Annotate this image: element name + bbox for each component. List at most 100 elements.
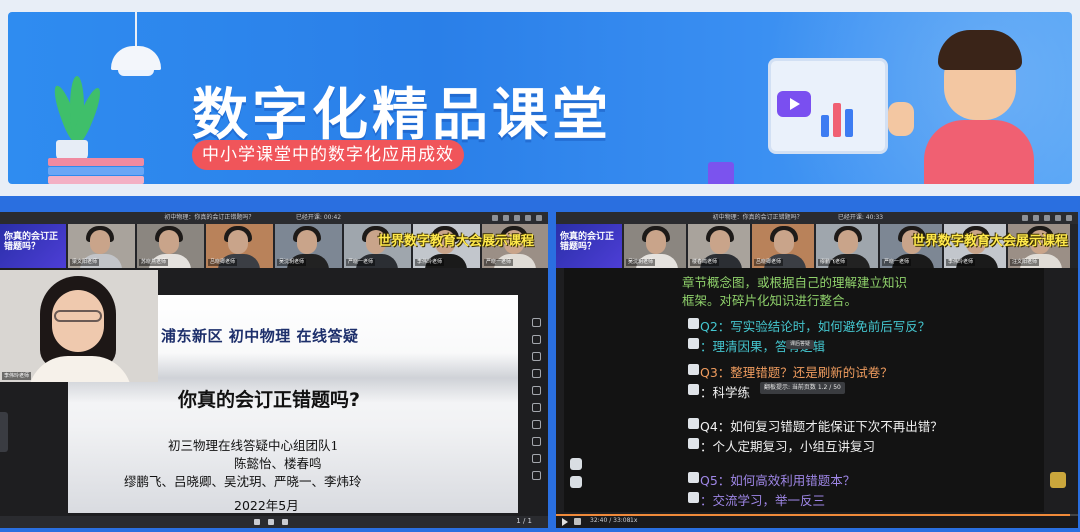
teacher-camera: 李伟玲老师 bbox=[0, 270, 158, 382]
lamp-icon bbox=[111, 46, 161, 70]
participant-name: 汪文阳老师 bbox=[1010, 259, 1040, 266]
participant-tile[interactable]: 吴沈玥老师 bbox=[624, 224, 686, 268]
student-icon bbox=[688, 318, 699, 329]
class-title: 初中物理：你真的会订正错题吗？ bbox=[712, 214, 803, 221]
conference-overlay-title: 世界数字教育大会展示课程 bbox=[912, 234, 1069, 249]
student-icon bbox=[688, 472, 699, 483]
volume-icon[interactable] bbox=[574, 518, 581, 525]
play-pause-icon[interactable] bbox=[268, 519, 274, 525]
teacher-icon bbox=[688, 492, 699, 503]
conference-overlay-title: 世界数字教育大会展示课程 bbox=[378, 234, 535, 249]
pointer-tool-icon[interactable] bbox=[531, 352, 541, 361]
participant-tile[interactable]: 苏晓燕老师 bbox=[137, 224, 204, 268]
next-icon[interactable] bbox=[282, 519, 288, 525]
cartoon-boy-hand bbox=[888, 102, 914, 136]
eraser-tool-icon[interactable] bbox=[531, 420, 541, 429]
class-title: 初中物理：你真的会订正错题吗？ bbox=[164, 214, 255, 221]
playback-bar: 32:40 / 33:08 1x bbox=[556, 514, 1078, 528]
cartoon-boy-hair bbox=[938, 30, 1022, 70]
participant-name: 严晓一老师 bbox=[346, 259, 376, 266]
note-a4: ：个人定期复习，小组互讲复习 bbox=[700, 439, 876, 454]
participant-name: 李伟玲老师 bbox=[946, 259, 976, 266]
participant-name: 缪鹏飞老师 bbox=[818, 259, 848, 266]
banner-title: 数字化精品课堂 bbox=[192, 83, 612, 148]
notes-board: 章节概念图，或根据自己的理解建立知识 框架。对碎片化知识进行整合。 Q2：写实验… bbox=[564, 268, 1044, 512]
class-elapsed-time: 已经开课: 40:33 bbox=[837, 214, 884, 221]
user-avatar-icon[interactable] bbox=[570, 458, 582, 470]
shape-tool-icon[interactable] bbox=[531, 403, 541, 412]
note-q3: Q3：整理错题？还是刷新的试卷？ bbox=[700, 365, 893, 380]
users-tool-icon[interactable] bbox=[531, 471, 541, 480]
text-tool-icon[interactable] bbox=[531, 386, 541, 395]
slide-members-1: 陈懿怡、楼春鸣 bbox=[234, 456, 322, 471]
participant-tile[interactable]: 缪鹏飞老师 bbox=[816, 224, 878, 268]
participant-name: 吴沈玥老师 bbox=[626, 259, 656, 266]
user-avatar-icon[interactable] bbox=[570, 476, 582, 488]
banner: 数字化精品课堂 中小学课堂中的数字化应用成效 bbox=[8, 12, 1072, 184]
teacher-name: 李伟玲老师 bbox=[2, 372, 32, 380]
note-intro-line1: 章节概念图，或根据自己的理解建立知识 bbox=[682, 275, 908, 290]
select-tool-icon[interactable] bbox=[531, 318, 541, 327]
image-tool-icon[interactable] bbox=[531, 454, 541, 463]
participant-tile[interactable]: 梁文阳老师 bbox=[68, 224, 135, 268]
slide-subtitle: 浦东新区 初中物理 在线答疑 bbox=[161, 327, 359, 345]
note-a5: ：交流学习，举一反三 bbox=[700, 493, 826, 508]
playback-time: 32:40 / 33:08 bbox=[590, 517, 631, 524]
participant-name: 吴沈玥老师 bbox=[277, 259, 307, 266]
playback-speed[interactable]: 1x bbox=[630, 517, 637, 524]
lamp-light bbox=[118, 70, 154, 76]
grid-icon[interactable] bbox=[514, 215, 520, 221]
page-indicator: 1 / 1 bbox=[516, 517, 532, 525]
minimize-icon[interactable] bbox=[1055, 215, 1061, 221]
close-icon[interactable] bbox=[536, 215, 542, 221]
volume-icon[interactable] bbox=[254, 519, 260, 525]
mic-icon[interactable] bbox=[1022, 215, 1028, 221]
play-icon[interactable] bbox=[562, 518, 568, 526]
participant-tile[interactable]: 吕晓卿老师 bbox=[206, 224, 273, 268]
participant-tile[interactable]: 吕晓卿老师 bbox=[752, 224, 814, 268]
books-icon bbox=[48, 158, 144, 184]
camera-icon[interactable] bbox=[1033, 215, 1039, 221]
participant-name: 梁文阳老师 bbox=[70, 259, 100, 266]
note-q5: Q5：如何高效利用错题本？ bbox=[700, 473, 856, 488]
course-promo-thumb[interactable]: 你真的会订正错题吗？ bbox=[556, 224, 622, 268]
slide-date: 2022年5月 bbox=[234, 498, 299, 513]
pen-tool-icon[interactable] bbox=[531, 369, 541, 378]
pencil-cup-icon bbox=[708, 162, 734, 184]
participant-name: 楼春鸣老师 bbox=[690, 259, 720, 266]
slide-question: 你真的会订正错题吗? bbox=[178, 389, 361, 411]
participant-name: 苏晓燕老师 bbox=[139, 259, 169, 266]
raise-hand-button[interactable] bbox=[1050, 472, 1066, 488]
whiteboard-toolbar bbox=[527, 318, 545, 480]
class-elapsed-time: 已经开课: 00:42 bbox=[295, 214, 342, 221]
side-panel-tab[interactable] bbox=[0, 412, 8, 452]
participant-tile[interactable]: 吴沈玥老师 bbox=[275, 224, 342, 268]
participant-name: 严晓一老师 bbox=[484, 259, 514, 266]
slide-members-2: 缪鹏飞、吕晓卿、吴沈玥、严晓一、李炜玲 bbox=[124, 474, 362, 489]
classroom-window-right: 初中物理：你真的会订正错题吗？ 已经开课: 40:33 吴沈玥老师 楼春鸣老师 … bbox=[556, 212, 1078, 528]
note-q2: Q2：写实验结论时，如何避免前后写反？ bbox=[700, 319, 931, 334]
teacher-icon bbox=[688, 384, 699, 395]
window-controls bbox=[492, 215, 542, 221]
cartoon-boy-body bbox=[924, 120, 1034, 184]
window-topbar: 初中物理：你真的会订正错题吗？ 已经开课: 40:33 bbox=[556, 212, 1078, 224]
banner-subtitle: 中小学课堂中的数字化应用成效 bbox=[192, 140, 464, 170]
participant-name: 吕晓卿老师 bbox=[208, 259, 238, 266]
course-promo-thumb[interactable]: 你真的会订正错题吗？ bbox=[0, 224, 66, 268]
grid-icon[interactable] bbox=[1044, 215, 1050, 221]
camera-icon[interactable] bbox=[503, 215, 509, 221]
teacher-icon bbox=[688, 438, 699, 449]
close-icon[interactable] bbox=[1066, 215, 1072, 221]
minimize-icon[interactable] bbox=[525, 215, 531, 221]
side-user-icons bbox=[570, 458, 582, 488]
participant-name: 李伟玲老师 bbox=[415, 259, 445, 266]
participant-tile[interactable]: 楼春鸣老师 bbox=[688, 224, 750, 268]
undo-tool-icon[interactable] bbox=[531, 437, 541, 446]
lamp-cord bbox=[135, 12, 137, 48]
student-icon bbox=[688, 418, 699, 429]
slide-team: 初三物理在线答疑中心组团队1 bbox=[168, 438, 339, 453]
mic-icon[interactable] bbox=[492, 215, 498, 221]
banner-area: 数字化精品课堂 中小学课堂中的数字化应用成效 bbox=[0, 0, 1080, 196]
crop-tool-icon[interactable] bbox=[531, 335, 541, 344]
classroom-window-left: 初中物理：你真的会订正错题吗？ 已经开课: 00:42 梁文阳老师 苏晓燕老师 … bbox=[0, 212, 548, 528]
